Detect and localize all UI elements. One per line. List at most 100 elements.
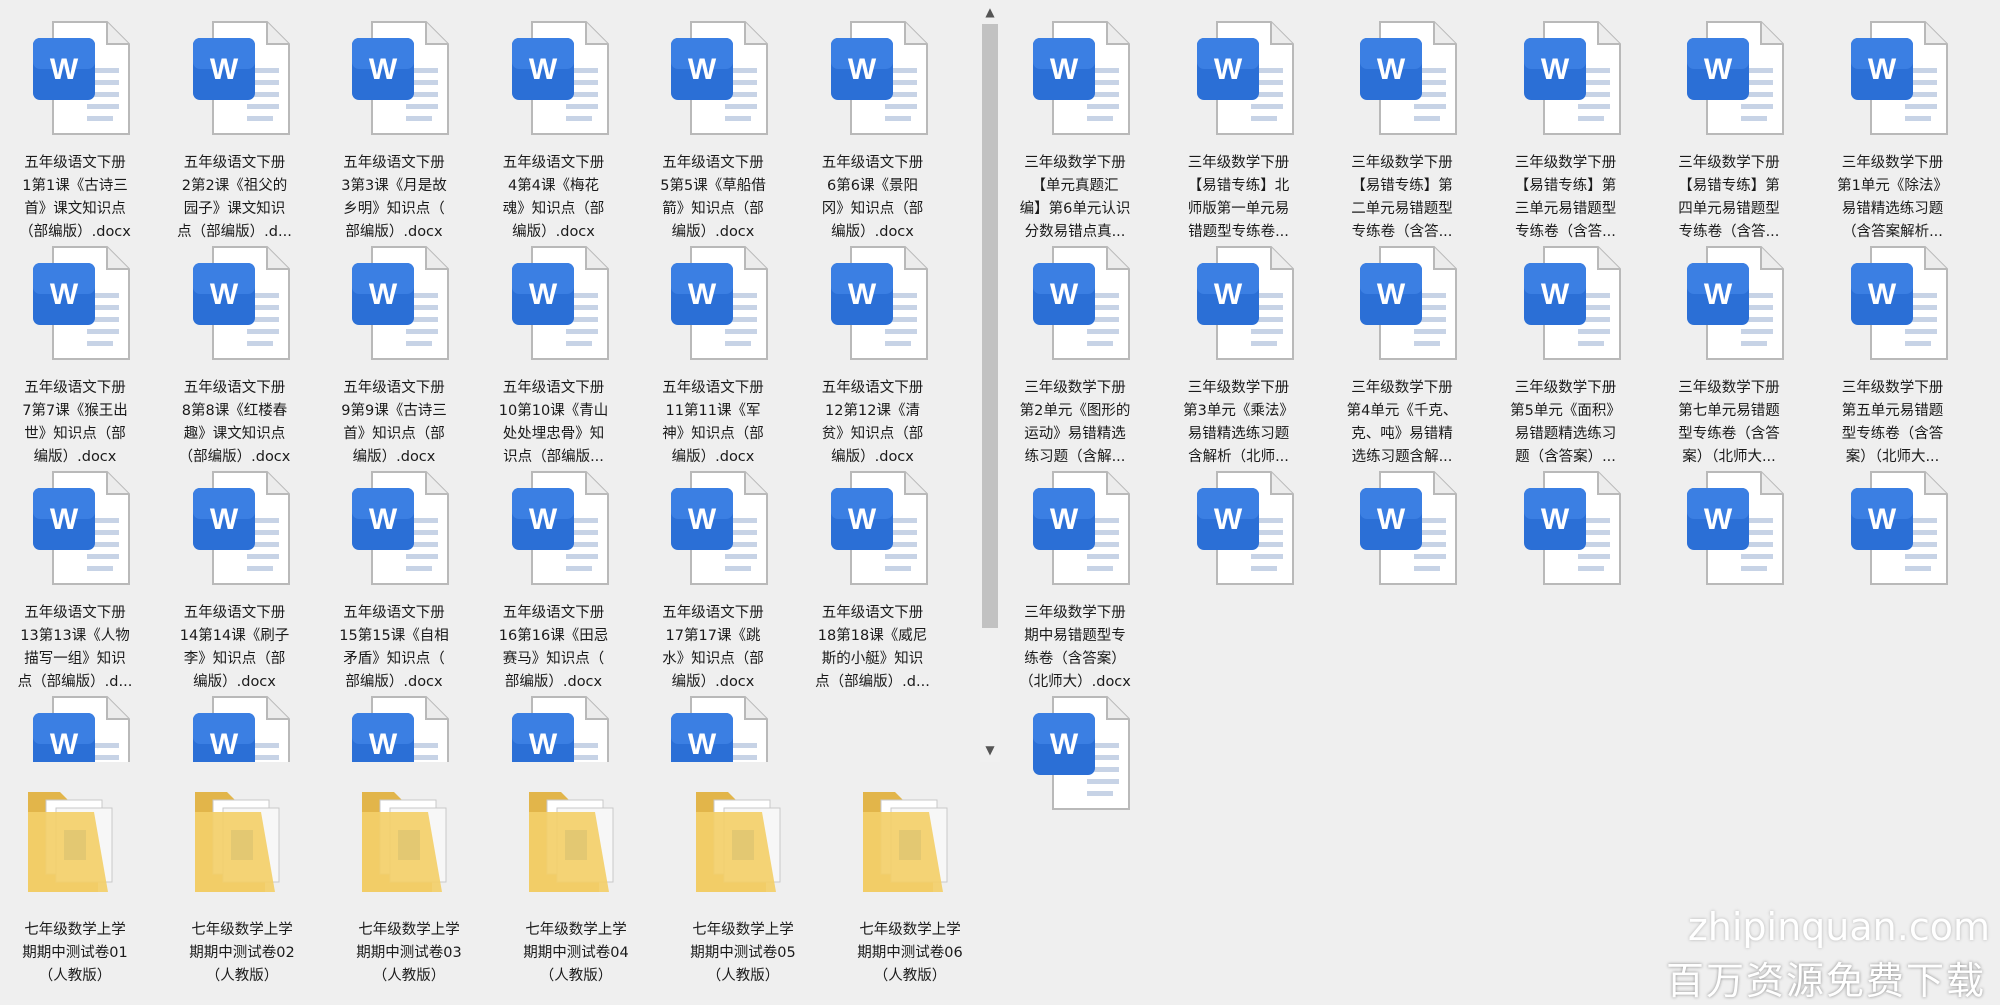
svg-text:W: W <box>1377 503 1406 536</box>
svg-text:W: W <box>369 278 398 311</box>
right-file-item[interactable]: W <box>1491 466 1641 646</box>
left-file-item[interactable]: W 五年级语文下册 13第13课《人物 描写一组》知识 点（部编版）.d... <box>0 466 150 690</box>
word-document-icon: W <box>823 241 933 366</box>
left-file-item[interactable]: W <box>160 691 310 762</box>
file-name-label: 五年级语文下册 13第13课《人物 描写一组》知识 点（部编版）.d... <box>17 605 133 690</box>
svg-text:W: W <box>1050 278 1079 311</box>
file-name-label: 五年级语文下册 10第10课《青山 处处埋忠骨》知 识点（部编版... <box>498 380 609 465</box>
word-document-icon: W <box>1025 241 1135 366</box>
left-file-item[interactable]: W 五年级语文下册 5第5课《草船借 箭》知识点（部 编版）.docx <box>638 16 788 240</box>
svg-text:W: W <box>1540 53 1569 86</box>
svg-text:W: W <box>1050 503 1079 536</box>
right-file-item[interactable]: W 三年级数学下册 期中易错题型专 练卷（含答案） （北师大）.docx <box>1000 466 1150 690</box>
svg-text:W: W <box>50 53 79 86</box>
left-file-item[interactable]: W <box>479 691 629 762</box>
svg-text:W: W <box>369 503 398 536</box>
left-file-item[interactable]: W 五年级语文下册 1第1课《古诗三 首》课文知识点 （部编版）.docx <box>0 16 150 240</box>
file-name-label: 三年级数学下册 第3单元《乘法》 易错精选练习题 含解析（北师... <box>1183 380 1294 465</box>
word-document-icon: W <box>504 691 614 762</box>
svg-text:W: W <box>1704 53 1733 86</box>
folder-item[interactable]: 七年级数学上学 期期中测试卷04 （人教版） <box>501 782 651 984</box>
left-file-item[interactable]: W 五年级语文下册 6第6课《景阳 冈》知识点（部 编版）.docx <box>798 16 948 240</box>
folder-item[interactable]: 七年级数学上学 期期中测试卷02 （人教版） <box>167 782 317 984</box>
left-file-item[interactable]: W 五年级语文下册 2第2课《祖父的 园子》课文知识 点（部编版）.d... <box>160 16 310 240</box>
file-name-label: 三年级数学下册 第七单元易错题 型专练卷（含答 案）（北师大... <box>1678 380 1780 465</box>
right-file-item[interactable]: W 三年级数学下册 第3单元《乘法》 易错精选练习题 含解析（北师... <box>1164 241 1314 465</box>
svg-text:W: W <box>50 728 79 761</box>
word-document-icon: W <box>25 16 135 141</box>
file-name-label: 三年级数学下册 【单元真题汇 编】第6单元认识 分数易错点真... <box>1019 155 1131 240</box>
folder-icon <box>521 782 631 902</box>
word-document-icon: W <box>344 241 454 366</box>
right-file-item[interactable]: W 三年级数学下册 【易错专练】第 四单元易错题型 专练卷（含答... <box>1654 16 1804 240</box>
left-file-item[interactable]: W 五年级语文下册 3第3课《月是故 乡明》知识点（ 部编版）.docx <box>319 16 469 240</box>
svg-text:W: W <box>209 728 238 761</box>
right-file-item[interactable]: W 三年级数学下册 第2单元《图形的 运动》易错精选 练习题（含解... <box>1000 241 1150 465</box>
word-document-icon: W <box>185 466 295 591</box>
right-file-item[interactable]: W 三年级数学下册 第5单元《面积》 易错题精选练习 题（含答案）... <box>1491 241 1641 465</box>
right-file-item[interactable]: W <box>1818 466 1968 646</box>
file-name-label: 七年级数学上学 期期中测试卷04 （人教版） <box>523 922 629 984</box>
word-document-icon: W <box>1352 16 1462 141</box>
left-file-item[interactable]: W 五年级语文下册 9第9课《古诗三 首》知识点（部 编版）.docx <box>319 241 469 465</box>
scroll-up-arrow-icon[interactable]: ▲ <box>980 2 1000 22</box>
left-file-item[interactable]: W 五年级语文下册 10第10课《青山 处处埋忠骨》知 识点（部编版... <box>479 241 629 465</box>
word-document-icon: W <box>1189 16 1299 141</box>
left-file-item[interactable]: W 五年级语文下册 17第17课《跳 水》知识点（部 编版）.docx <box>638 466 788 690</box>
file-name-label: 五年级语文下册 5第5课《草船借 箭》知识点（部 编版）.docx <box>660 155 766 240</box>
file-name-label: 五年级语文下册 2第2课《祖父的 园子》课文知识 点（部编版）.d... <box>177 155 292 240</box>
right-file-item[interactable]: W 三年级数学下册 【单元真题汇 编】第6单元认识 分数易错点真... <box>1000 16 1150 240</box>
file-name-label: 三年级数学下册 【易错专练】第 二单元易错题型 专练卷（含答... <box>1351 155 1453 240</box>
left-file-item[interactable]: W 五年级语文下册 11第11课《军 神》知识点（部 编版）.docx <box>638 241 788 465</box>
left-file-item[interactable]: W 五年级语文下册 14第14课《刷子 李》知识点（部 编版）.docx <box>160 466 310 690</box>
left-file-item[interactable]: W <box>638 691 788 762</box>
left-file-item[interactable]: W 五年级语文下册 16第16课《田忌 赛马》知识点（ 部编版）.docx <box>479 466 629 690</box>
right-file-item[interactable]: W 三年级数学下册 第4单元《千克、 克、吨》易错精 选练习题含解... <box>1327 241 1477 465</box>
file-name-label: 三年级数学下册 第5单元《面积》 易错题精选练习 题（含答案）... <box>1510 380 1621 465</box>
scroll-down-arrow-icon[interactable]: ▼ <box>980 740 1000 760</box>
left-file-item[interactable]: W 五年级语文下册 18第18课《威尼 斯的小艇》知识 点（部编版）.d... <box>798 466 948 690</box>
left-file-pane: W 五年级语文下册 1第1课《古诗三 首》课文知识点 （部编版）.docx W 五年级… <box>0 0 980 762</box>
word-document-icon: W <box>1189 466 1299 591</box>
word-document-icon: W <box>1679 241 1789 366</box>
word-document-icon: W <box>25 466 135 591</box>
svg-text:W: W <box>1213 53 1242 86</box>
right-file-item[interactable]: W <box>1654 466 1804 646</box>
folder-item[interactable]: 七年级数学上学 期期中测试卷05 （人教版） <box>668 782 818 984</box>
svg-text:W: W <box>1050 53 1079 86</box>
svg-text:W: W <box>847 53 876 86</box>
left-scrollbar[interactable]: ▲ ▼ <box>980 0 1000 762</box>
left-file-item[interactable]: W 五年级语文下册 8第8课《红楼春 趣》课文知识点 （部编版）.docx <box>160 241 310 465</box>
svg-text:W: W <box>209 503 238 536</box>
file-name-label: 五年级语文下册 16第16课《田忌 赛马》知识点（ 部编版）.docx <box>498 605 609 690</box>
svg-text:W: W <box>369 53 398 86</box>
right-file-item[interactable]: W 三年级数学下册 【易错专练】北 师版第一单元易 错题型专练卷... <box>1164 16 1314 240</box>
right-file-item[interactable]: W 三年级数学下册 第七单元易错题 型专练卷（含答 案）（北师大... <box>1654 241 1804 465</box>
word-document-icon: W <box>1352 241 1462 366</box>
svg-text:W: W <box>1213 503 1242 536</box>
file-name-label: 五年级语文下册 6第6课《景阳 冈》知识点（部 编版）.docx <box>821 155 924 240</box>
right-file-item[interactable]: W <box>1000 691 1150 871</box>
file-name-label: 五年级语文下册 7第7课《猴王出 世》知识点（部 编版）.docx <box>22 380 128 465</box>
folder-item[interactable]: 七年级数学上学 期期中测试卷06 （人教版） <box>835 782 985 984</box>
left-file-item[interactable]: W <box>319 691 469 762</box>
scrollbar-thumb[interactable] <box>982 24 998 628</box>
left-file-item[interactable]: W <box>0 691 150 762</box>
word-document-icon: W <box>663 241 773 366</box>
right-file-item[interactable]: W 三年级数学下册 【易错专练】第 二单元易错题型 专练卷（含答... <box>1327 16 1477 240</box>
left-file-item[interactable]: W 五年级语文下册 15第15课《自相 矛盾》知识点（ 部编版）.docx <box>319 466 469 690</box>
right-file-item[interactable]: W <box>1327 466 1477 646</box>
folder-item[interactable]: 七年级数学上学 期期中测试卷03 （人教版） <box>334 782 484 984</box>
left-file-item[interactable]: W 五年级语文下册 12第12课《清 贫》知识点（部 编版）.docx <box>798 241 948 465</box>
folder-icon <box>855 782 965 902</box>
right-file-item[interactable]: W 三年级数学下册 第1单元《除法》 易错精选练习题 （含答案解析... <box>1818 16 1968 240</box>
file-name-label: 三年级数学下册 第1单元《除法》 易错精选练习题 （含答案解析... <box>1837 155 1948 240</box>
left-file-item[interactable]: W 五年级语文下册 4第4课《梅花 魂》知识点（部 编版）.docx <box>479 16 629 240</box>
left-file-item[interactable]: W 五年级语文下册 7第7课《猴王出 世》知识点（部 编版）.docx <box>0 241 150 465</box>
word-document-icon: W <box>1843 466 1953 591</box>
right-file-item[interactable]: W <box>1164 466 1314 646</box>
svg-text:W: W <box>688 728 717 761</box>
right-file-item[interactable]: W 三年级数学下册 【易错专练】第 三单元易错题型 专练卷（含答... <box>1491 16 1641 240</box>
right-file-item[interactable]: W 三年级数学下册 第五单元易错题 型专练卷（含答 案）（北师大... <box>1818 241 1968 465</box>
folder-item[interactable]: 七年级数学上学 期期中测试卷01 （人教版） <box>0 782 150 984</box>
